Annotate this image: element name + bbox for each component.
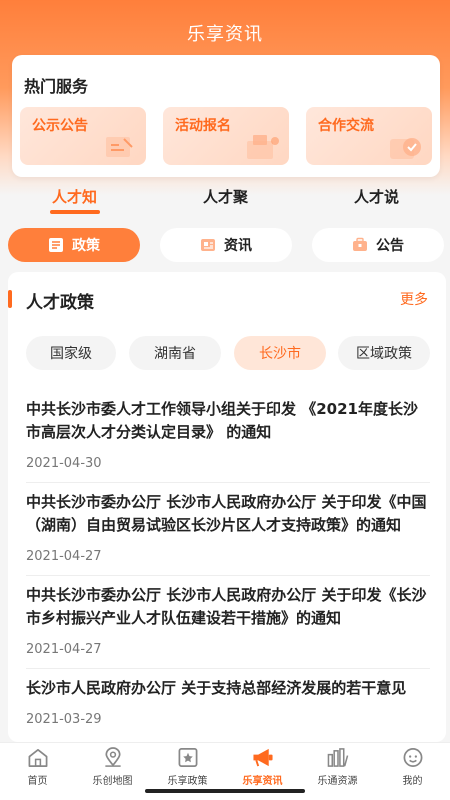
nav-home[interactable]: 首页 [0,743,75,787]
news-title: 中共长沙市委办公厅 长沙市人民政府办公厅 关于印发《中国（湖南）自由贸易试验区长… [26,493,427,534]
nav-label: 乐创地图 [92,776,133,787]
news-item[interactable]: 中共长沙市委人才工作领导小组关于印发 《2021年度长沙市高层次人才分类认定目录… [26,398,430,471]
service-notice-button[interactable]: 公示公告 [20,107,146,165]
chip-label: 公告 [376,238,404,254]
home-icon [28,749,47,767]
service-label: 合作交流 [318,118,374,134]
chip-label: 资讯 [224,238,252,254]
active-tab-indicator [50,210,100,214]
policy-star-icon [178,748,197,767]
tab-talent-know[interactable]: 人才知 [52,186,97,207]
service-cooperation-button[interactable]: 合作交流 [306,107,432,165]
news-item[interactable]: 中共长沙市委办公厅 长沙市人民政府办公厅 关于印发《长沙市乡村振兴产业人才队伍建… [26,584,430,657]
more-link[interactable]: 更多 [400,289,428,309]
news-title: 中共长沙市委办公厅 长沙市人民政府办公厅 关于印发《长沙市乡村振兴产业人才队伍建… [26,586,427,627]
chip-news[interactable]: 资讯 [160,228,292,262]
tab-talent-say[interactable]: 人才说 [354,186,399,207]
news-date: 2021-03-29 [26,712,102,727]
news-icon [201,239,215,251]
page-title: 乐享资讯 [187,24,263,45]
talent-policy-panel: 人才政策 更多 国家级 湖南省 长沙市 区域政策 中共长沙市委人才工作领导小组关… [8,272,446,742]
region-changsha[interactable]: 长沙市 [234,336,326,370]
home-indicator[interactable] [145,789,305,793]
notice-icon [106,137,133,157]
policy-icon [49,238,63,252]
divider [26,575,430,576]
news-title: 中共长沙市委人才工作领导小组关于印发 《2021年度长沙市高层次人才分类认定目录… [26,400,418,441]
divider [26,482,430,483]
nav-label: 乐享政策 [167,776,208,787]
region-area-policy[interactable]: 区域政策 [338,336,430,370]
chip-policy[interactable]: 政策 [8,228,140,262]
resources-icon [327,748,348,767]
divider [26,668,430,669]
nav-label: 我的 [402,776,423,787]
activity-icon [247,135,279,159]
service-activity-button[interactable]: 活动报名 [163,107,289,165]
news-date: 2021-04-27 [26,549,102,564]
nav-map[interactable]: 乐创地图 [75,743,150,787]
news-item[interactable]: 长沙市人民政府办公厅 关于支持总部经济发展的若干意见 2021-03-29 [26,677,430,727]
section-title: 人才政策 [26,293,94,313]
nav-profile[interactable]: 我的 [375,743,450,787]
news-title: 长沙市人民政府办公厅 关于支持总部经济发展的若干意见 [26,679,407,697]
nav-label: 乐享资讯 [242,776,283,787]
chip-label: 政策 [72,238,100,254]
nav-resources[interactable]: 乐通资源 [300,743,375,787]
profile-icon [403,748,422,767]
service-label: 公示公告 [32,118,88,134]
nav-news[interactable]: 乐享资讯 [225,743,300,787]
region-national[interactable]: 国家级 [26,336,116,370]
service-label: 活动报名 [175,118,231,134]
hot-services-title: 热门服务 [24,77,89,96]
map-pin-icon [104,747,121,767]
megaphone-icon [252,748,273,767]
region-hunan[interactable]: 湖南省 [129,336,221,370]
chip-announcement[interactable]: 公告 [312,228,444,262]
nav-policy[interactable]: 乐享政策 [150,743,225,787]
section-accent-bar [8,290,12,308]
content-tabs: 人才知 人才聚 人才说 [0,178,450,220]
news-item[interactable]: 中共长沙市委办公厅 长沙市人民政府办公厅 关于印发《中国（湖南）自由贸易试验区长… [26,491,430,564]
cooperation-icon [390,138,421,159]
nav-label: 乐通资源 [317,776,358,787]
hot-services-card: 热门服务 公示公告 活动报名 合作交流 [12,55,440,177]
news-date: 2021-04-30 [26,456,102,471]
tab-talent-gather[interactable]: 人才聚 [203,186,248,207]
briefcase-icon [353,237,367,251]
nav-label: 首页 [27,776,48,787]
news-date: 2021-04-27 [26,642,102,657]
